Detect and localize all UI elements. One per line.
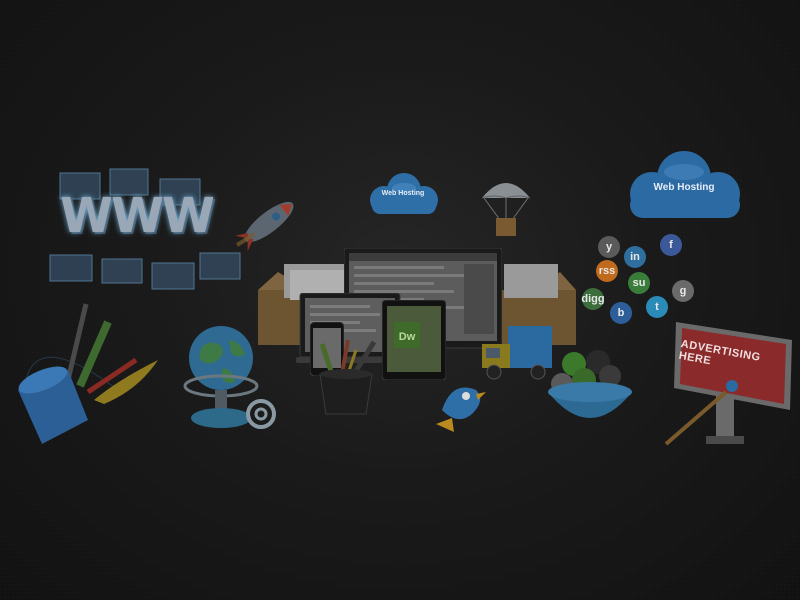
bird-mascot-icon xyxy=(436,387,486,432)
www-text: WWW xyxy=(60,188,215,244)
rocket-icon xyxy=(235,201,294,252)
billboard-icon xyxy=(664,322,792,446)
google-icon: g xyxy=(672,280,694,302)
linkedin-icon: in xyxy=(624,246,646,268)
cloud-right-label: Web Hosting xyxy=(653,182,715,193)
web-hosting-cloud-right: Web Hosting xyxy=(614,148,754,226)
stumbleupon-icon: su xyxy=(628,272,650,294)
rss-icon: rss xyxy=(596,260,618,282)
cloud-left-label: Web Hosting xyxy=(381,190,425,197)
yahoo-icon: y xyxy=(598,236,620,258)
blogger-icon: b xyxy=(610,302,632,324)
facebook-icon: f xyxy=(660,234,682,256)
banner-stage: WWW Web Hosting Web Hosting f in su rss … xyxy=(0,0,800,600)
app-bowl-icon xyxy=(548,350,632,418)
web-hosting-cloud-left: Web Hosting xyxy=(358,170,448,218)
parachute-box-icon xyxy=(481,183,531,236)
pen-cup-icon xyxy=(319,339,377,415)
dw-label: Dw xyxy=(399,331,416,343)
tablet-icon: Dw xyxy=(382,300,446,380)
pencil-cup-icon xyxy=(18,303,158,444)
